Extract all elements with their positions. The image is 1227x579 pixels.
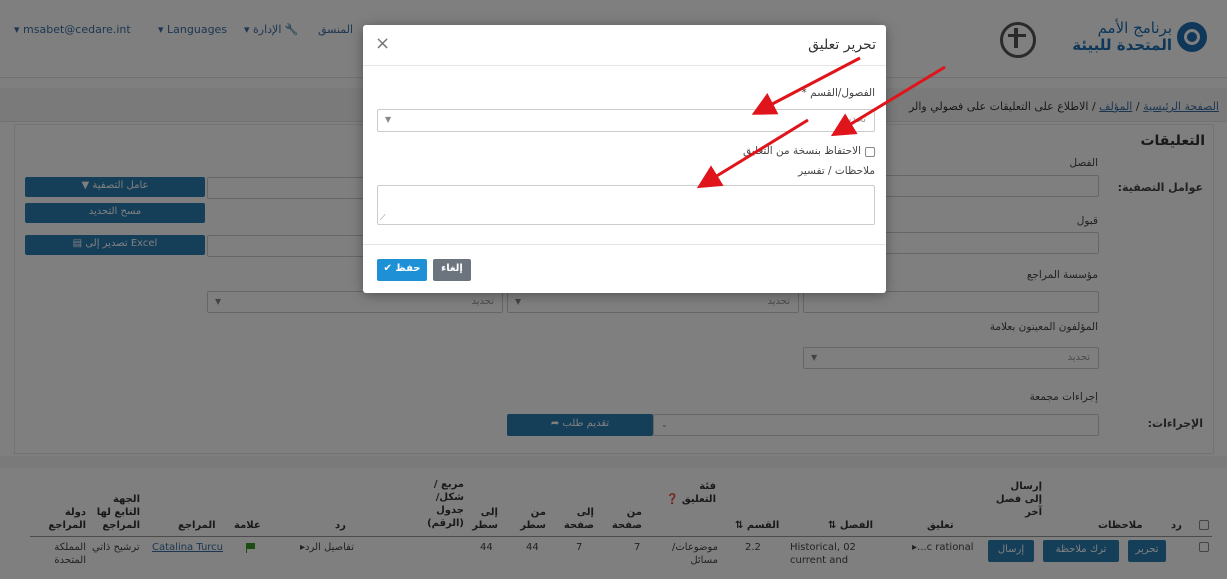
resize-handle-icon[interactable]: ⟋ [380, 213, 386, 223]
section-select[interactable]: تحديد ▼ [377, 109, 875, 132]
check-icon: ✔ [383, 263, 392, 274]
modal-title: تحرير تعليق [808, 37, 876, 53]
section-field-label: الفصول/القسم * [801, 87, 876, 99]
notes-textarea[interactable]: ⟋ [377, 185, 875, 225]
keep-copy-checkbox[interactable] [865, 147, 875, 157]
notes-field-label: ملاحظات / تفسير [798, 165, 875, 177]
close-icon[interactable]: × [375, 33, 390, 54]
cancel-button[interactable]: إلغاء [433, 259, 471, 281]
edit-comment-modal: تحرير تعليق × الفصول/القسم * تحديد ▼ الاح… [363, 25, 886, 293]
save-button[interactable]: ✔ حفظ [377, 259, 427, 281]
keep-copy-row: الاحتفاظ بنسخة من التعليق [743, 145, 875, 157]
